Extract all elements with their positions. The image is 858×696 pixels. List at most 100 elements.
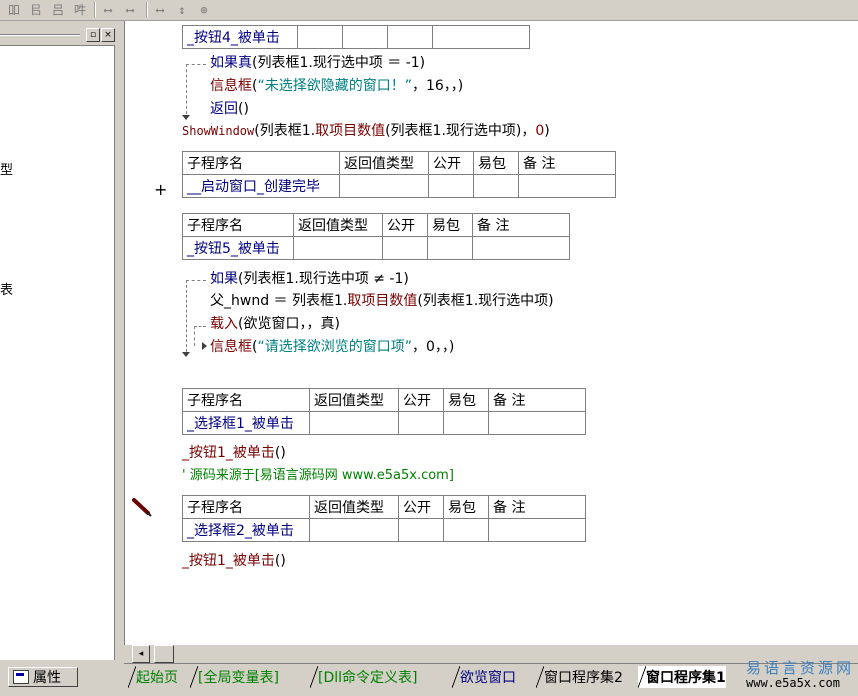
header-public: 公开: [428, 151, 474, 175]
tab-window-assembly-1[interactable]: 窗口程序集1: [638, 666, 726, 688]
properties-icon: [13, 670, 29, 684]
header-public: 公开: [398, 495, 444, 519]
header-sub-name: 子程序名: [182, 388, 310, 412]
scroll-thumb[interactable]: [154, 645, 174, 663]
epkg-cell[interactable]: [473, 174, 519, 198]
public-cell[interactable]: [428, 174, 474, 198]
code-line-msgbox2[interactable]: 信息框(“请选择欲浏览的窗口项”，0，，): [210, 338, 454, 356]
remark-cell[interactable]: [472, 236, 570, 260]
editor-gutter: [125, 21, 155, 645]
align-left-icon[interactable]: 吅: [4, 1, 24, 18]
expand-icon[interactable]: +: [154, 180, 167, 199]
header-remark: 备 注: [472, 213, 570, 237]
return-type-cell[interactable]: [309, 411, 399, 435]
tab-label: 欲览窗口: [460, 670, 516, 686]
if-true-args: (列表框1.现行选中项 ＝ -1): [252, 55, 426, 71]
sub-table-btn5: 子程序名 返回值类型 公开 易包 备 注 _按钮5_被单击: [182, 213, 570, 260]
tab-browse-window[interactable]: 欲览窗口: [452, 666, 516, 688]
tab-dll-commands[interactable]: [Dll命令定义表]: [310, 666, 417, 688]
public-cell[interactable]: [382, 236, 428, 260]
fn-get-item-value: 取项目数值: [315, 123, 386, 139]
title-grip: [0, 34, 80, 36]
h-spacing-icon[interactable]: ⟷: [150, 1, 170, 18]
load-args: (欲览窗口，，真): [238, 316, 340, 332]
showwindow-d: ): [544, 123, 550, 139]
minimize-icon[interactable]: ▫: [86, 28, 100, 42]
flow-line: [186, 64, 206, 65]
fn-msgbox: 信息框: [210, 78, 252, 94]
remark-cell[interactable]: [518, 174, 616, 198]
code-line-call-btn1[interactable]: _按钮1_被单击(): [182, 552, 286, 570]
if-args: (列表框1.现行选中项 ≠ -1): [238, 271, 409, 287]
watermark: 易语言资源网 www.e5a5x.com: [740, 657, 858, 695]
return-type-cell[interactable]: [293, 236, 383, 260]
epkg-cell[interactable]: [427, 236, 473, 260]
assign-c: (列表框1.现行选中项): [417, 293, 554, 309]
code-line-call-btn1[interactable]: _按钮1_被单击(): [182, 444, 286, 462]
public-cell[interactable]: [398, 518, 444, 542]
epkg-cell[interactable]: [387, 25, 433, 49]
epkg-cell[interactable]: [443, 411, 489, 435]
tab-start-page[interactable]: 起始页: [128, 666, 178, 688]
string-literal: “请选择欲浏览的窗口项”: [257, 339, 412, 355]
left-panel-content[interactable]: 型 表: [0, 45, 115, 660]
side-char: 表: [0, 283, 14, 298]
call-args: (): [274, 553, 286, 569]
remark-cell[interactable]: [488, 411, 586, 435]
header-remark: 备 注: [488, 495, 586, 519]
align-middle-icon[interactable]: 吽: [70, 1, 90, 18]
toolbar-separator: [94, 2, 96, 17]
remark-cell[interactable]: [432, 25, 530, 49]
fn-msgbox: 信息框: [210, 339, 252, 355]
return-args: (): [238, 101, 249, 117]
tab-global-vars[interactable]: [全局变量表]: [190, 666, 279, 688]
fn-call-btn1: _按钮1_被单击: [182, 553, 275, 569]
center-form-icon[interactable]: ⊕: [194, 1, 214, 18]
header-sub-name: 子程序名: [182, 151, 340, 175]
header-epkg: 易包: [443, 388, 489, 412]
tab-label: [全局变量表]: [198, 670, 279, 686]
sub-name-cell[interactable]: _选择框1_被单击: [182, 411, 310, 435]
sub-name-cell[interactable]: __启动窗口_创建完毕: [182, 174, 340, 198]
remark-cell[interactable]: [488, 518, 586, 542]
same-height-icon[interactable]: ⟷: [120, 1, 140, 18]
properties-tab-label: 属性: [33, 670, 61, 686]
code-line-showwindow[interactable]: ShowWindow(列表框1.取项目数值(列表框1.现行选中项)，0): [182, 122, 550, 140]
code-comment[interactable]: ' 源码来源于[易语言源码网 www.e5a5x.com]: [182, 467, 454, 485]
same-width-icon[interactable]: ⟷: [98, 1, 118, 18]
flow-arrow: [202, 342, 207, 350]
flow-line: [194, 326, 195, 346]
header-return-type: 返回值类型: [309, 495, 399, 519]
tab-label: 起始页: [136, 670, 178, 686]
return-type-cell[interactable]: [339, 174, 429, 198]
return-type-cell[interactable]: [297, 25, 343, 49]
v-spacing-icon[interactable]: ↕: [172, 1, 192, 18]
fn-get-item-value: 取项目数值: [347, 293, 418, 309]
return-type-cell[interactable]: [309, 518, 399, 542]
public-cell[interactable]: [398, 411, 444, 435]
tab-window-assembly-2[interactable]: 窗口程序集2: [536, 666, 623, 688]
code-line-assign[interactable]: 父_hwnd ＝ 列表框1.取项目数值(列表框1.现行选中项): [210, 292, 554, 310]
left-panel-title-bar: ▫ ×: [0, 25, 118, 42]
code-line-if-true[interactable]: 如果真(列表框1.现行选中项 ＝ -1): [210, 54, 425, 72]
sub-name-cell[interactable]: _选择框2_被单击: [182, 518, 310, 542]
code-line-load[interactable]: 载入(欲览窗口，，真): [210, 315, 340, 333]
watermark-url: www.e5a5x.com: [746, 676, 840, 690]
sub-name-cell[interactable]: _按钮5_被单击: [182, 236, 294, 260]
code-line-if[interactable]: 如果(列表框1.现行选中项 ≠ -1): [210, 270, 409, 288]
keyword-if: 如果: [210, 271, 238, 287]
sub-name-cell[interactable]: _按钮4_被单击: [182, 25, 298, 49]
align-top-icon[interactable]: 吕: [48, 1, 68, 18]
epkg-cell[interactable]: [443, 518, 489, 542]
keyword-return: 返回: [210, 101, 238, 117]
scroll-left-icon[interactable]: ◂: [132, 645, 150, 663]
close-icon[interactable]: ×: [101, 28, 115, 42]
msgbox-rest: ，16，，): [411, 78, 464, 94]
properties-tab[interactable]: 属性: [8, 667, 78, 687]
align-center-icon[interactable]: 㠯: [26, 1, 46, 18]
code-line-return[interactable]: 返回(): [210, 100, 249, 118]
code-line-msgbox1[interactable]: 信息框(“未选择欲隐藏的窗口！”，16，，): [210, 77, 463, 95]
header-epkg: 易包: [427, 213, 473, 237]
public-cell[interactable]: [342, 25, 388, 49]
string-literal: “未选择欲隐藏的窗口！”: [257, 78, 412, 94]
